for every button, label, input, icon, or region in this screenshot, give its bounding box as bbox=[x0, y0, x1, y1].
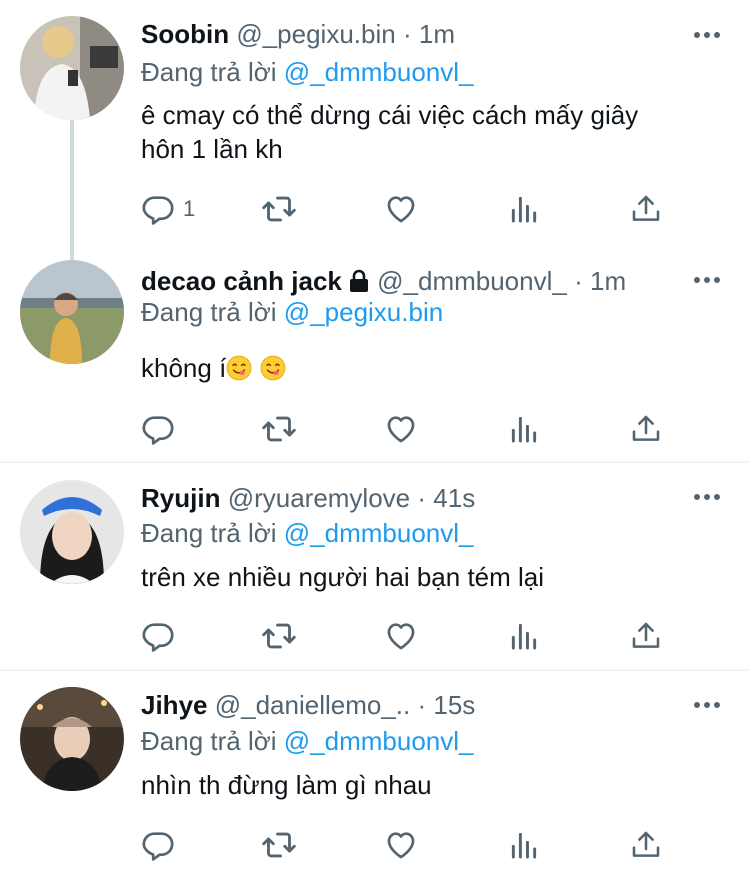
retweet-button[interactable] bbox=[261, 411, 297, 447]
separator-dot: · bbox=[417, 690, 427, 720]
tweet-ryujin[interactable]: Ryujin @ryuaremylove · 41s Đang trả lời … bbox=[0, 463, 750, 669]
avatar-ryujin[interactable] bbox=[20, 480, 124, 584]
analytics-button[interactable] bbox=[508, 827, 540, 863]
share-icon bbox=[630, 829, 662, 861]
separator-dot: · bbox=[417, 483, 427, 513]
reply-icon bbox=[141, 192, 175, 226]
action-bar: 1 bbox=[141, 191, 681, 227]
tweet-text: không í bbox=[141, 351, 731, 385]
tweet-text-content: không í bbox=[141, 353, 227, 383]
share-icon bbox=[630, 193, 662, 225]
avatar-soobin[interactable] bbox=[20, 16, 124, 120]
tweet-text: nhìn th đừng làm gì nhau bbox=[141, 770, 432, 800]
analytics-button[interactable] bbox=[508, 411, 540, 447]
replying-to-label: Đang trả lời bbox=[141, 297, 277, 327]
share-button[interactable] bbox=[630, 618, 662, 654]
retweet-button[interactable] bbox=[261, 191, 297, 227]
yum-face-emoji bbox=[226, 355, 252, 381]
user-handle[interactable]: @_dmmbuonvl_ bbox=[377, 266, 567, 296]
retweet-icon bbox=[261, 618, 297, 654]
reply-button[interactable]: 1 bbox=[141, 191, 195, 227]
share-button[interactable] bbox=[630, 191, 662, 227]
timestamp[interactable]: 41s bbox=[433, 483, 475, 513]
replying-to-label: Đang trả lời bbox=[141, 57, 277, 87]
display-name[interactable]: decao cảnh jack bbox=[141, 266, 342, 296]
share-button[interactable] bbox=[630, 411, 662, 447]
like-icon bbox=[384, 192, 418, 226]
replying-to-label: Đang trả lời bbox=[141, 518, 277, 548]
replying-to: Đang trả lời @_dmmbuonvl_ bbox=[141, 724, 474, 758]
timestamp[interactable]: 1m bbox=[590, 266, 626, 296]
tweet-jihye[interactable]: Jihye @_daniellemo_.. · 15s Đang trả lời… bbox=[0, 671, 750, 879]
more-icon[interactable] bbox=[692, 492, 722, 502]
like-icon bbox=[384, 412, 418, 446]
like-button[interactable] bbox=[384, 191, 418, 227]
more-icon[interactable] bbox=[692, 275, 722, 285]
retweet-icon bbox=[261, 191, 297, 227]
tweet-text-line: hôn 1 lần kh bbox=[141, 134, 283, 164]
replying-to: Đang trả lời @_dmmbuonvl_ bbox=[141, 516, 474, 550]
tweet-soobin[interactable]: Soobin @_pegixu.bin · 1m Đang trả lời @_… bbox=[0, 0, 750, 260]
tweet-text: trên xe nhiều người hai bạn tém lại bbox=[141, 562, 545, 592]
reply-icon bbox=[141, 619, 175, 653]
lock-icon bbox=[349, 269, 368, 292]
display-name[interactable]: Ryujin bbox=[141, 483, 220, 513]
analytics-icon bbox=[508, 620, 540, 652]
analytics-icon bbox=[508, 413, 540, 445]
analytics-icon bbox=[508, 193, 540, 225]
reply-icon bbox=[141, 828, 175, 862]
like-button[interactable] bbox=[384, 411, 418, 447]
reply-button[interactable] bbox=[141, 618, 175, 654]
retweet-icon bbox=[261, 827, 297, 863]
share-button[interactable] bbox=[630, 827, 662, 863]
reply-icon bbox=[141, 412, 175, 446]
like-icon bbox=[384, 828, 418, 862]
reply-button[interactable] bbox=[141, 827, 175, 863]
retweet-button[interactable] bbox=[261, 827, 297, 863]
like-button[interactable] bbox=[384, 827, 418, 863]
user-handle[interactable]: @_daniellemo_.. bbox=[215, 690, 411, 720]
reply-count: 1 bbox=[183, 196, 196, 221]
replying-to-link[interactable]: @_pegixu.bin bbox=[284, 297, 443, 327]
separator-dot: · bbox=[402, 19, 412, 49]
more-icon[interactable] bbox=[692, 30, 722, 40]
retweet-icon bbox=[261, 411, 297, 447]
action-bar bbox=[141, 411, 681, 447]
timestamp[interactable]: 1m bbox=[419, 19, 455, 49]
replying-to-link[interactable]: @_dmmbuonvl_ bbox=[284, 518, 474, 548]
analytics-button[interactable] bbox=[508, 191, 540, 227]
replying-to-label: Đang trả lời bbox=[141, 726, 277, 756]
thread-connector-line bbox=[70, 120, 74, 260]
tweet-decao[interactable]: decao cảnh jack @_dmmbuonvl_ · 1m Đang t… bbox=[0, 250, 750, 462]
user-handle[interactable]: @_pegixu.bin bbox=[236, 19, 395, 49]
like-button[interactable] bbox=[384, 618, 418, 654]
share-icon bbox=[630, 620, 662, 652]
tweet-text-line: ê cmay có thể dừng cái việc cách mấy giâ… bbox=[141, 100, 639, 130]
action-bar bbox=[141, 618, 681, 654]
display-name[interactable]: Soobin bbox=[141, 19, 229, 49]
more-icon[interactable] bbox=[692, 700, 722, 710]
action-bar bbox=[141, 827, 681, 863]
analytics-button[interactable] bbox=[508, 618, 540, 654]
like-icon bbox=[384, 619, 418, 653]
yum-face-emoji bbox=[260, 355, 286, 381]
avatar-jihye[interactable] bbox=[20, 687, 124, 791]
reply-button[interactable] bbox=[141, 411, 175, 447]
analytics-icon bbox=[508, 829, 540, 861]
replying-to-link[interactable]: @_dmmbuonvl_ bbox=[284, 57, 474, 87]
replying-to: Đang trả lời @_dmmbuonvl_ bbox=[141, 55, 474, 89]
retweet-button[interactable] bbox=[261, 618, 297, 654]
user-handle[interactable]: @ryuaremylove bbox=[228, 483, 410, 513]
display-name[interactable]: Jihye bbox=[141, 690, 208, 720]
replying-to: Đang trả lời @_pegixu.bin bbox=[141, 295, 443, 329]
share-icon bbox=[630, 413, 662, 445]
separator-dot: · bbox=[574, 266, 583, 296]
tweet-text: ê cmay có thể dừng cái việc cách mấy giâ… bbox=[141, 98, 731, 166]
replying-to-link[interactable]: @_dmmbuonvl_ bbox=[284, 726, 474, 756]
avatar-decao[interactable] bbox=[20, 260, 124, 364]
timestamp[interactable]: 15s bbox=[433, 690, 475, 720]
